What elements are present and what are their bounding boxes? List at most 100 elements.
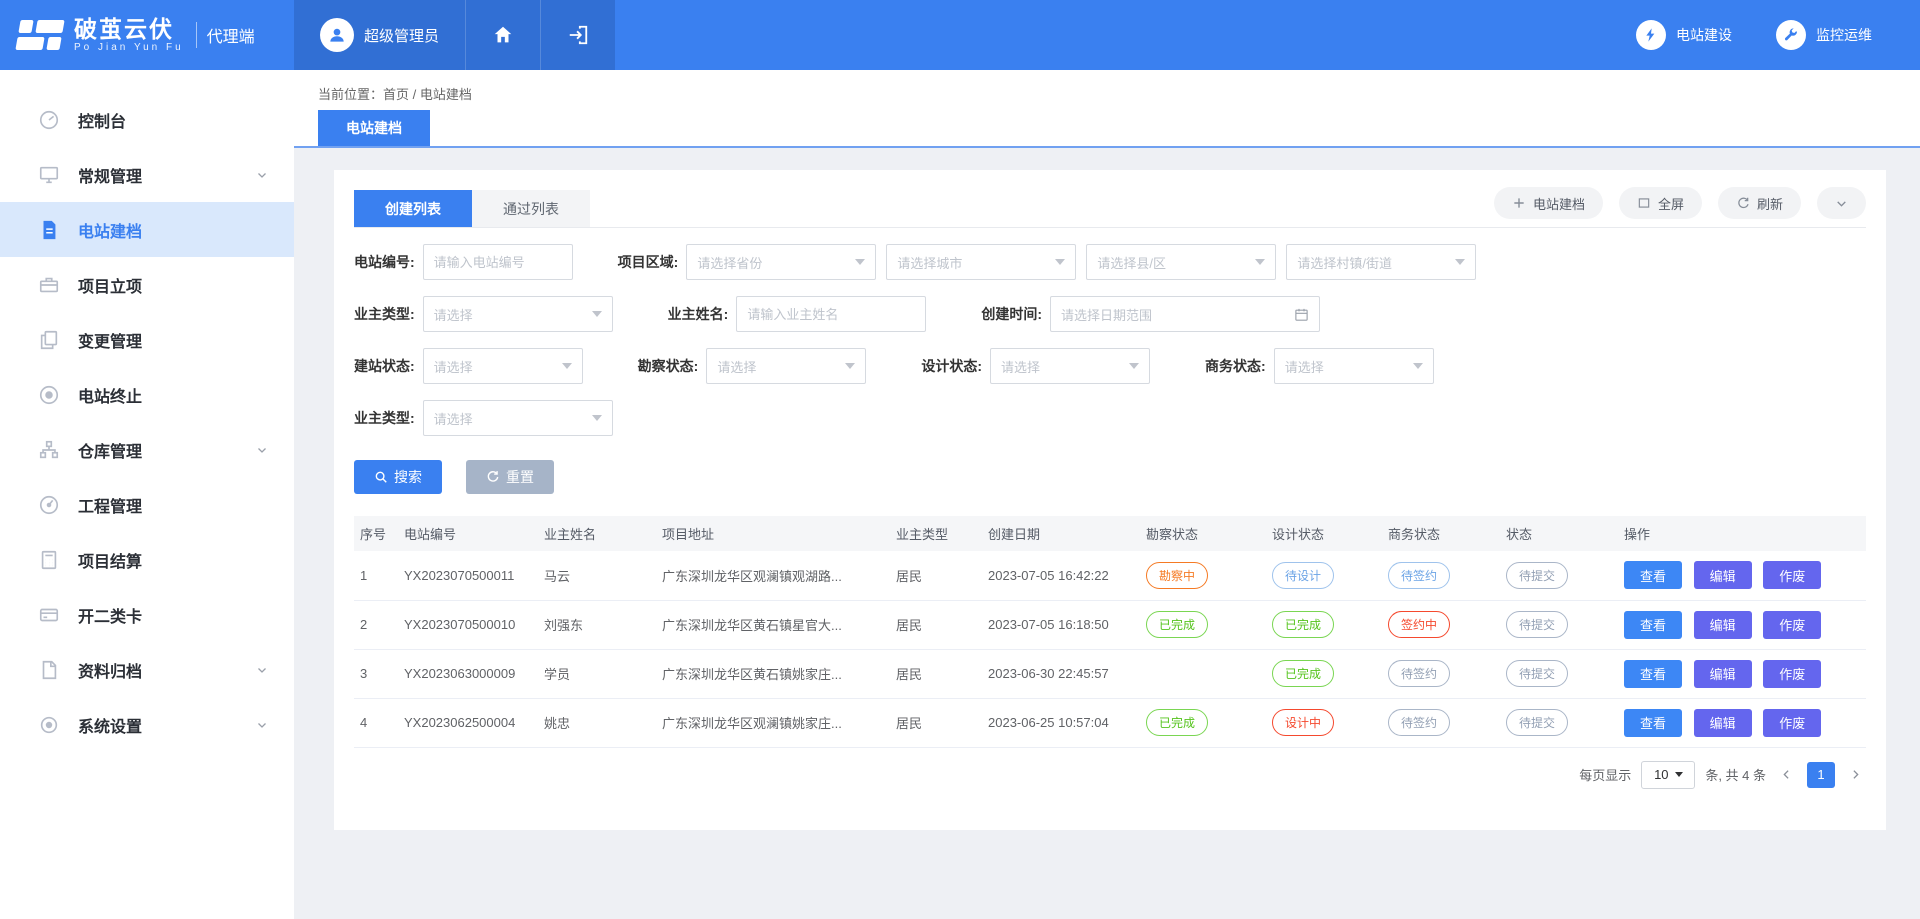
home-button[interactable] <box>466 0 541 70</box>
sidebar-item-change-mgmt[interactable]: 变更管理 <box>0 312 294 367</box>
status-badge: 已完成 <box>1146 709 1208 736</box>
sidebar-item-label: 开二类卡 <box>78 603 142 627</box>
sidebar-item-label: 资料归档 <box>78 658 142 682</box>
reset-button[interactable]: 重置 <box>466 460 554 494</box>
view-button[interactable]: 查看 <box>1624 660 1682 688</box>
status-badge: 勘察中 <box>1146 562 1208 589</box>
sidebar-item-open-type2-card[interactable]: 开二类卡 <box>0 587 294 642</box>
logout-icon <box>567 24 589 46</box>
design-status-select[interactable]: 请选择 <box>990 348 1150 384</box>
sidebar-item-label: 仓库管理 <box>78 438 142 462</box>
build-status-select[interactable]: 请选择 <box>423 348 583 384</box>
city-select[interactable]: 请选择城市 <box>886 244 1076 280</box>
collapse-button[interactable] <box>1817 187 1866 219</box>
sidebar-item-engineering-mgmt[interactable]: 工程管理 <box>0 477 294 532</box>
status-badge: 设计中 <box>1272 709 1334 736</box>
void-button[interactable]: 作废 <box>1763 709 1821 737</box>
record-circle-icon <box>38 384 60 406</box>
table-header: 序号 电站编号 业主姓名 项目地址 业主类型 创建日期 勘察状态 设计状态 商务… <box>354 516 1866 551</box>
search-icon <box>374 470 388 484</box>
void-button[interactable]: 作废 <box>1763 561 1821 589</box>
table-row: 2 YX2023070500010 刘强东 广东深圳龙华区黄石镇星官大... 居… <box>354 600 1866 649</box>
refresh-icon <box>1736 196 1750 210</box>
business-status-select[interactable]: 请选择 <box>1274 348 1434 384</box>
sidebar-item-console[interactable]: 控制台 <box>0 92 294 147</box>
owner-type-select[interactable]: 请选择 <box>423 296 613 332</box>
owner-type2-label: 业主类型: <box>354 408 415 428</box>
edit-button[interactable]: 编辑 <box>1694 561 1752 589</box>
status-badge: 待设计 <box>1272 562 1334 589</box>
view-button[interactable]: 查看 <box>1624 611 1682 639</box>
build-status-label: 建站状态: <box>354 356 415 376</box>
status-badge: 待提交 <box>1506 709 1568 736</box>
nav-station-build[interactable]: 电站建设 <box>1636 20 1732 50</box>
sidebar-item-data-archive[interactable]: 资料归档 <box>0 642 294 697</box>
fullscreen-icon <box>1637 196 1651 210</box>
current-page-button[interactable]: 1 <box>1807 762 1835 788</box>
county-select[interactable]: 请选择县/区 <box>1086 244 1276 280</box>
caret-down-icon <box>562 363 572 369</box>
edit-button[interactable]: 编辑 <box>1694 709 1752 737</box>
next-page-button[interactable] <box>1845 768 1866 781</box>
calendar-icon <box>1294 307 1309 322</box>
sidebar-item-system-settings[interactable]: 系统设置 <box>0 697 294 752</box>
sidebar-item-station-filing[interactable]: 电站建档 <box>0 202 294 257</box>
sidebar-item-project-settlement[interactable]: 项目结算 <box>0 532 294 587</box>
add-station-button[interactable]: 电站建档 <box>1494 187 1603 219</box>
date-range-input[interactable]: 请选择日期范围 <box>1050 296 1320 332</box>
document-icon <box>38 219 60 241</box>
user-zone: 超级管理员 <box>294 0 615 70</box>
business-status-label: 商务状态: <box>1205 356 1266 376</box>
sitemap-icon <box>38 439 60 461</box>
pagination: 每页显示 10 条, 共 4 条 1 <box>354 761 1866 789</box>
sidebar-item-general-mgmt[interactable]: 常规管理 <box>0 147 294 202</box>
status-badge: 待提交 <box>1506 660 1568 687</box>
settings-icon <box>38 714 60 736</box>
page-size-select[interactable]: 10 <box>1641 761 1695 789</box>
station-no-input[interactable] <box>423 244 573 280</box>
table-row: 1 YX2023070500011 马云 广东深圳龙华区观澜镇观湖路... 居民… <box>354 551 1866 600</box>
status-badge: 待签约 <box>1388 562 1450 589</box>
status-badge: 已完成 <box>1272 660 1334 687</box>
file-icon <box>38 659 60 681</box>
sidebar-item-warehouse-mgmt[interactable]: 仓库管理 <box>0 422 294 477</box>
view-button[interactable]: 查看 <box>1624 709 1682 737</box>
page-tab-station-filing[interactable]: 电站建档 <box>318 110 430 146</box>
province-select[interactable]: 请选择省份 <box>686 244 876 280</box>
brand-subtitle: Po Jian Yun Fu <box>74 42 184 53</box>
logout-button[interactable] <box>541 0 615 70</box>
tab-passed-list[interactable]: 通过列表 <box>472 190 590 227</box>
prev-page-button[interactable] <box>1776 768 1797 781</box>
fullscreen-button[interactable]: 全屏 <box>1619 187 1702 219</box>
owner-type2-select[interactable]: 请选择 <box>423 400 613 436</box>
nav-monitor-ops[interactable]: 监控运维 <box>1776 20 1872 50</box>
user-menu[interactable]: 超级管理员 <box>294 0 466 70</box>
edit-button[interactable]: 编辑 <box>1694 611 1752 639</box>
portal-label: 代理端 <box>207 23 255 47</box>
user-name: 超级管理员 <box>364 25 439 46</box>
void-button[interactable]: 作废 <box>1763 611 1821 639</box>
town-select[interactable]: 请选择村镇/街道 <box>1286 244 1476 280</box>
edit-button[interactable]: 编辑 <box>1694 660 1752 688</box>
caret-down-icon <box>592 415 602 421</box>
owner-name-input[interactable] <box>736 296 926 332</box>
caret-down-icon <box>855 259 865 265</box>
sidebar-item-label: 电站终止 <box>78 383 142 407</box>
search-button[interactable]: 搜索 <box>354 460 442 494</box>
status-badge: 待提交 <box>1506 562 1568 589</box>
created-time-label: 创建时间: <box>981 304 1042 324</box>
list-card: 创建列表 通过列表 电站建档 全屏 刷新 <box>334 170 1886 830</box>
station-no-label: 电站编号: <box>354 252 415 272</box>
tab-create-list[interactable]: 创建列表 <box>354 190 472 227</box>
breadcrumb: 当前位置：首页 / 电站建档 <box>318 84 1920 103</box>
survey-status-select[interactable]: 请选择 <box>706 348 866 384</box>
void-button[interactable]: 作废 <box>1763 660 1821 688</box>
refresh-button[interactable]: 刷新 <box>1718 187 1801 219</box>
status-badge: 已完成 <box>1146 611 1208 638</box>
caret-down-icon <box>1675 772 1683 777</box>
sidebar-item-project-initiation[interactable]: 项目立项 <box>0 257 294 312</box>
sidebar-item-station-termination[interactable]: 电站终止 <box>0 367 294 422</box>
sidebar-item-label: 常规管理 <box>78 163 142 187</box>
sidebar: 控制台 常规管理 电站建档 项目立项 变更管理 电站终止 仓库管理 工程管理 项… <box>0 70 294 919</box>
view-button[interactable]: 查看 <box>1624 561 1682 589</box>
